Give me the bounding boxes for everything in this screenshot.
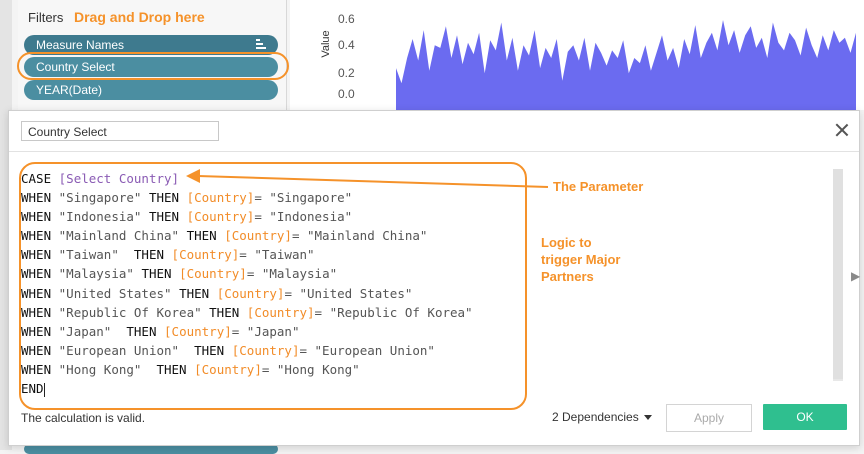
pill-label: YEAR(Date) [36,83,103,97]
annotation-line: Partners [541,269,594,284]
caret-down-icon [643,415,652,421]
annotation-line: trigger Major [541,252,621,267]
filters-label: Filters [28,10,64,25]
ok-button[interactable]: OK [763,404,847,430]
y-tick-label: 0.6 [338,12,355,26]
validation-status: The calculation is valid. [21,411,146,425]
pill-label: Measure Names [36,38,125,52]
logic-annotation: Logic to trigger Major Partners [541,234,620,285]
area-chart [396,20,856,110]
area-series [396,20,856,110]
parameter-annotation: The Parameter [553,179,644,194]
y-axis-label: Value [320,30,332,58]
calculation-dialog: Country Select CASE [Select Country] WHEN… [8,110,860,446]
logic-highlight-box [19,162,527,410]
drag-drop-annotation: Drag and Drop here [74,9,205,25]
calculation-name-field[interactable]: Country Select [21,121,219,141]
scrollbar-thumb[interactable] [833,169,843,379]
sort-icon [256,39,266,51]
chevron-right-icon[interactable]: ▶ [851,269,860,283]
annotation-line: Logic to [541,235,592,250]
highlight-circle [17,52,289,80]
header-divider [9,151,859,152]
dependencies-dropdown[interactable]: 2 Dependencies [552,410,652,424]
close-icon[interactable] [835,123,849,137]
y-tick-label: 0.4 [338,38,355,52]
apply-button[interactable]: Apply [666,404,752,432]
y-tick-label: 0.0 [338,87,355,101]
dependencies-label: 2 Dependencies [552,410,639,424]
pill-year-date[interactable]: YEAR(Date) [24,80,278,100]
y-tick-label: 0.2 [338,66,355,80]
